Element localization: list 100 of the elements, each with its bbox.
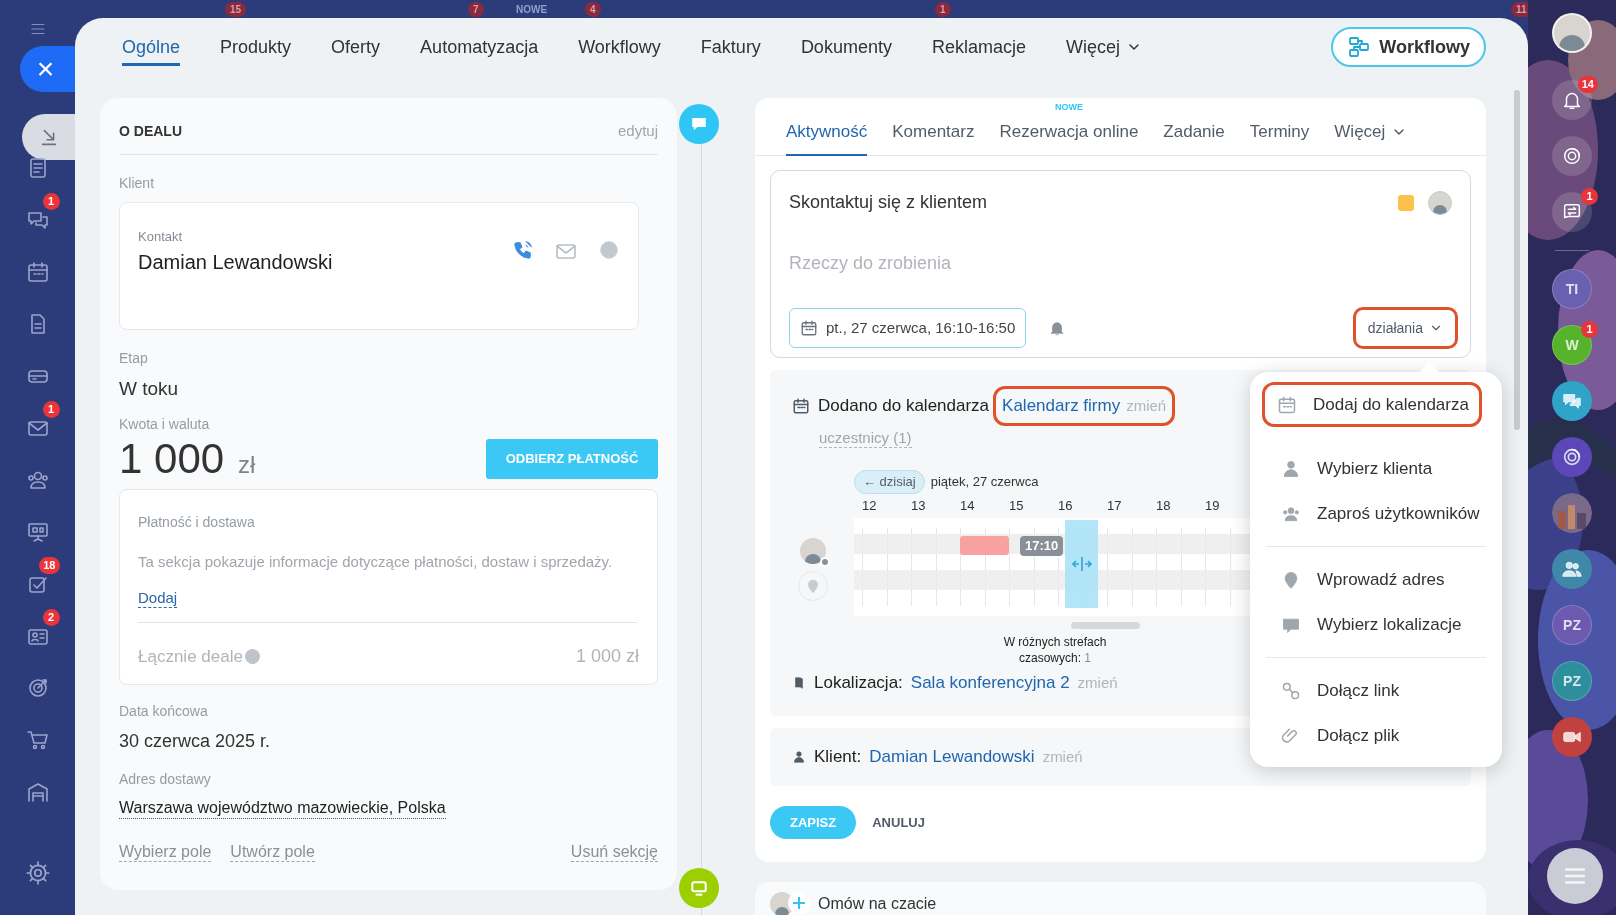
collapse-button[interactable] <box>22 114 75 160</box>
day-label: piątek, 27 czerwca <box>930 473 1039 492</box>
hour-label: 19 <box>1205 497 1220 515</box>
presentation-icon[interactable] <box>25 520 50 544</box>
toolbar-button[interactable] <box>1552 80 1592 120</box>
hour-label: 17 <box>1107 497 1122 515</box>
workflow-button[interactable]: Workflowy <box>1331 27 1486 67</box>
toolbar-button[interactable] <box>1552 192 1592 232</box>
workflow-icon <box>1347 35 1372 59</box>
client-link[interactable]: Damian Lewandowski <box>869 744 1035 770</box>
door-icon <box>792 675 806 690</box>
person-icon <box>1281 458 1301 479</box>
phone-icon <box>512 239 534 261</box>
address-value[interactable]: Warszawa województwo mazowieckie, Polska <box>119 797 446 819</box>
toolbar-button[interactable] <box>1552 136 1592 176</box>
tab[interactable]: Więcej <box>1065 18 1142 76</box>
calendar-icon[interactable] <box>25 260 50 284</box>
calendar-icon <box>1277 394 1297 415</box>
field-label: Kontakt <box>138 229 184 245</box>
amount-value: 1 000 <box>119 434 225 483</box>
count-badge: 2 <box>42 609 60 626</box>
count-badge: 7 <box>468 2 484 17</box>
field-label: Data końcowa <box>119 701 209 721</box>
time-marker: 17:10 <box>1020 536 1064 556</box>
tab[interactable]: Produkty <box>220 18 292 76</box>
hour-label: 14 <box>960 497 975 515</box>
menu-item[interactable]: Wprowadź adres <box>1266 557 1486 602</box>
total-value: 1 000 zł <box>575 645 639 668</box>
tab[interactable]: Dokumenty <box>800 18 892 76</box>
link-icon <box>1281 680 1301 701</box>
scrollbar[interactable] <box>1514 90 1520 430</box>
count-badge: 1 <box>42 401 60 418</box>
tab[interactable]: Oferty <box>331 18 381 76</box>
calendar-icon <box>792 397 810 415</box>
hour-label: 13 <box>911 497 926 515</box>
count-badge: 4 <box>585 2 601 17</box>
tab[interactable]: Więcej <box>1334 108 1408 155</box>
description-field[interactable]: Rzeczy do zrobienia <box>789 250 1452 277</box>
end-date-value: 30 czerwca 2025 r. <box>119 729 272 753</box>
field-label: Adres dostawy <box>119 769 212 789</box>
tab[interactable]: Workflowy <box>578 18 661 76</box>
new-label: NOWE <box>1053 101 1084 114</box>
scrollbar[interactable] <box>1071 622 1140 629</box>
calendar-icon <box>800 319 818 337</box>
description-text: Ta sekcja pokazuje informacje dotyczące płatności, dostaw i sprzedaży. <box>138 551 614 572</box>
tab[interactable]: Terminy <box>1249 108 1310 155</box>
tab[interactable]: Automatyzacja <box>420 18 539 76</box>
tab[interactable]: Reklamacje <box>931 18 1026 76</box>
building-icon[interactable] <box>25 780 50 804</box>
count-badge: 15 <box>225 2 247 17</box>
user-avatar <box>800 538 826 564</box>
menu-item[interactable]: Dołącz plik <box>1266 713 1486 758</box>
tab[interactable]: Ogólne <box>122 18 181 76</box>
pin-icon <box>805 578 821 594</box>
timezone-note: W różnych strefach czasowych: 1 <box>1002 634 1108 666</box>
menu-item[interactable]: Dołącz link <box>1266 668 1486 713</box>
hour-label: 15 <box>1009 497 1024 515</box>
section-title: Płatność i dostawa <box>138 512 256 532</box>
chat-prompt[interactable]: Omów na czacie <box>818 892 937 915</box>
new-label: NOWE <box>516 3 548 17</box>
location-label: Lokalizacja: <box>814 672 903 694</box>
color-marker[interactable] <box>1398 194 1414 211</box>
hour-label: 18 <box>1156 497 1171 515</box>
hour-label: 16 <box>1058 497 1073 515</box>
menu-item[interactable]: Wybierz klienta <box>1266 446 1486 491</box>
cart-icon[interactable] <box>25 728 50 752</box>
cancel-button[interactable]: ANULUJ <box>872 812 925 833</box>
date-field[interactable]: pt., 27 czerwca, 16:10-16:50 <box>789 308 1027 348</box>
location-link[interactable]: Sala konferencyjna 2 <box>910 670 1070 696</box>
contact-name[interactable]: Damian Lewandowski <box>138 247 333 277</box>
tab[interactable]: Komentarz <box>892 108 975 155</box>
field-label: Etap <box>119 349 149 368</box>
today-button[interactable]: ← dzisiaj <box>854 470 925 494</box>
hour-label: 12 <box>862 497 877 515</box>
settings-icon[interactable] <box>24 860 51 886</box>
person-icon <box>792 750 806 764</box>
menu-item[interactable]: Zaproś użytkowników <box>1266 491 1486 536</box>
calendar-status: Dodano do kalendarza <box>818 395 990 418</box>
actions-dropdown[interactable]: działania <box>1352 307 1458 349</box>
menu-item[interactable]: Dodaj do kalendarza <box>1262 382 1482 427</box>
chat-icon <box>689 878 709 898</box>
menu-item[interactable]: Wybierz lokalizacje <box>1266 602 1486 647</box>
user-avatar <box>770 892 794 915</box>
add-link[interactable]: Dodaj <box>138 589 178 608</box>
tab[interactable]: Aktywność <box>786 108 868 155</box>
close-button[interactable]: × <box>20 46 75 92</box>
field-label: Klient <box>119 174 156 193</box>
calendar-selector[interactable]: Kalendarz firmy zmień <box>993 386 1176 426</box>
tab[interactable]: Zadanie <box>1163 108 1225 155</box>
field-label: Kwota i waluta <box>119 414 211 434</box>
tab[interactable]: Faktury <box>700 18 761 76</box>
task-title[interactable]: Skontaktuj się z klientem <box>789 189 988 216</box>
count-badge: 18 <box>39 557 60 574</box>
count-badge: 1 <box>42 193 60 210</box>
total-label: Łącznie deale <box>138 645 243 668</box>
busy-block <box>960 536 1009 555</box>
section-title: O DEALU <box>119 121 182 141</box>
client-label: Klient: <box>814 746 862 769</box>
currency-label: zł <box>238 449 256 480</box>
bell-icon <box>1048 319 1067 337</box>
